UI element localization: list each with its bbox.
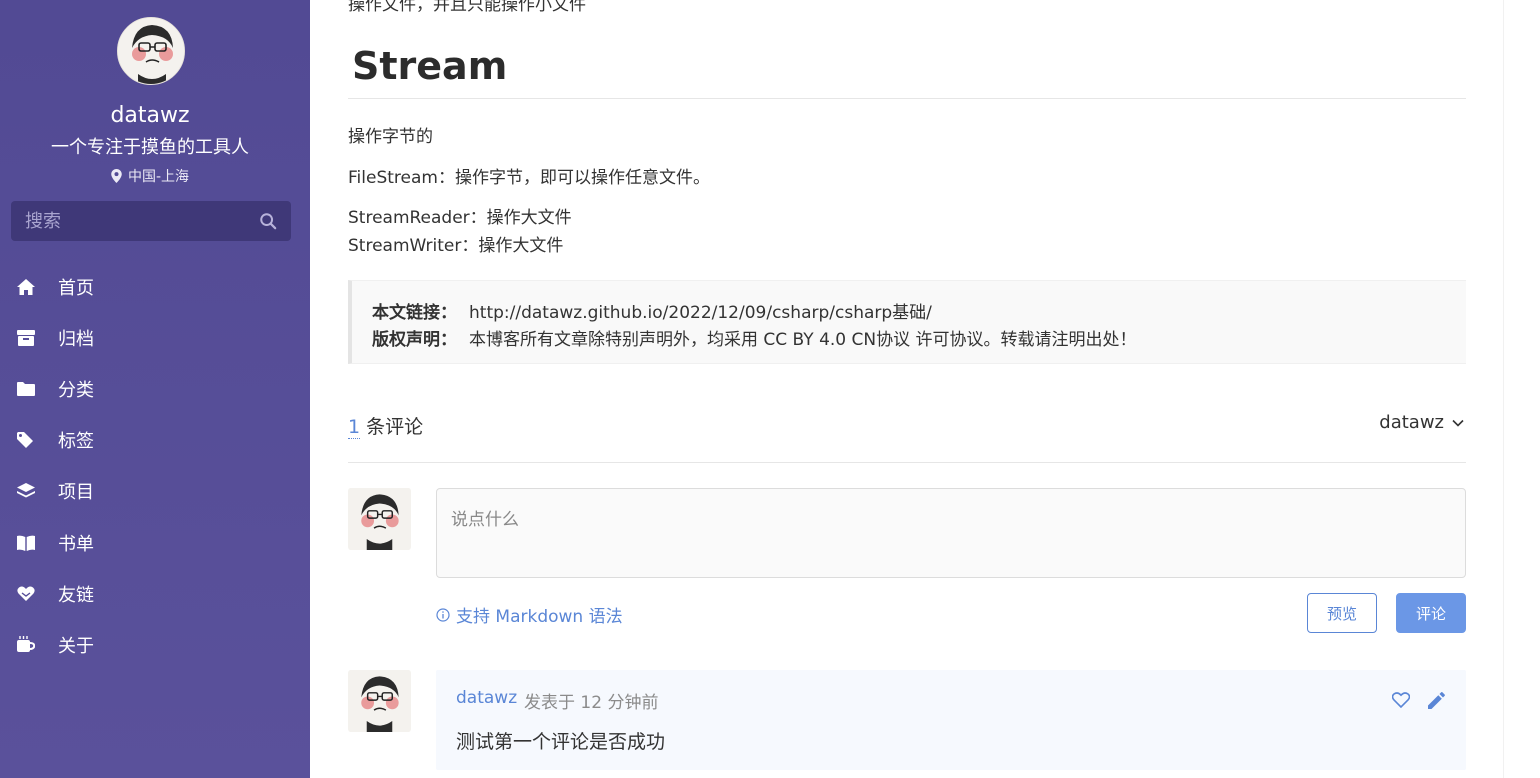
comment-input[interactable] bbox=[436, 488, 1466, 578]
license-label: 版权声明： bbox=[372, 330, 457, 350]
sidebar-item-label: 友链 bbox=[58, 584, 94, 606]
user-name: datawz bbox=[1379, 412, 1444, 433]
archive-icon bbox=[16, 328, 36, 348]
info-icon bbox=[436, 607, 450, 622]
sidebar-item-label: 项目 bbox=[58, 482, 94, 504]
comment-count-number: 1 bbox=[348, 416, 361, 439]
avatar[interactable] bbox=[117, 17, 185, 85]
folder-icon bbox=[16, 379, 36, 399]
sidebar-item-projects[interactable]: 项目 bbox=[0, 466, 310, 517]
home-icon bbox=[16, 277, 36, 297]
comment-text: 测试第一个评论是否成功 bbox=[456, 731, 666, 753]
sidebar-item-label: 书单 bbox=[58, 533, 94, 555]
markdown-help-link[interactable]: 支持 Markdown 语法 bbox=[436, 602, 623, 627]
comment-count: 1 条评论 bbox=[348, 412, 423, 439]
site-subtitle: 一个专注于摸鱼的工具人 bbox=[51, 137, 249, 158]
sidebar-item-links[interactable]: 友链 bbox=[0, 568, 310, 619]
sidebar-item-label: 分类 bbox=[58, 379, 94, 401]
sidebar-item-archive[interactable]: 归档 bbox=[0, 312, 310, 363]
license-row: 版权声明： 本博客所有文章除特别声明外，均采用 CC BY 4.0 CN协议 许可… bbox=[372, 325, 1137, 350]
sidebar-item-label: 关于 bbox=[58, 635, 94, 657]
edit-icon[interactable] bbox=[1428, 692, 1445, 709]
article-paragraph: 操作字节的 bbox=[348, 127, 433, 147]
location-text: 中国-上海 bbox=[127, 169, 190, 185]
avatar-illustration bbox=[348, 488, 411, 550]
submit-comment-button[interactable]: 评论 bbox=[1396, 593, 1466, 633]
sidebar-item-label: 标签 bbox=[58, 431, 94, 453]
site-location: 中国-上海 bbox=[0, 166, 300, 186]
comment-author-avatar bbox=[348, 670, 411, 732]
heart-hands-icon bbox=[16, 584, 36, 604]
article-paragraph: StreamReader：操作大文件 bbox=[348, 208, 572, 228]
comment-item: datawz 发表于 12 分钟前 测试第一个评论是否成功 bbox=[436, 670, 1466, 770]
comment-timestamp: 发表于 12 分钟前 bbox=[524, 693, 659, 713]
like-icon[interactable] bbox=[1392, 692, 1410, 708]
copyright-box: 本文链接： http://datawz.github.io/2022/12/09/… bbox=[348, 280, 1466, 364]
sidebar-item-books[interactable]: 书单 bbox=[0, 517, 310, 568]
post-link[interactable]: http://datawz.github.io/2022/12/09/cshar… bbox=[469, 303, 932, 323]
chevron-down-icon bbox=[1452, 419, 1464, 427]
comment-editor-avatar bbox=[348, 488, 411, 550]
section-heading: Stream bbox=[352, 44, 508, 88]
sidebar-item-home[interactable]: 首页 bbox=[0, 261, 310, 312]
site-name: datawz bbox=[110, 103, 190, 128]
main-content: 操作文件，并且只能操作小文件 Stream 操作字节的 FileStream：操… bbox=[310, 0, 1503, 778]
tags-icon bbox=[16, 430, 36, 450]
article-paragraph: StreamWriter：操作大文件 bbox=[348, 236, 564, 256]
post-link-row: 本文链接： http://datawz.github.io/2022/12/09/… bbox=[372, 298, 932, 323]
sidebar-item-about[interactable]: 关于 bbox=[0, 619, 310, 670]
map-pin-icon bbox=[111, 169, 122, 183]
comment-author[interactable]: datawz bbox=[456, 688, 517, 708]
sidebar-item-categories[interactable]: 分类 bbox=[0, 363, 310, 414]
book-icon bbox=[16, 533, 36, 553]
sidebar-item-label: 首页 bbox=[58, 277, 94, 299]
comment-divider bbox=[348, 462, 1466, 463]
sidebar-item-label: 归档 bbox=[58, 328, 94, 350]
article-paragraph: FileStream：操作字节，即可以操作任意文件。 bbox=[348, 168, 710, 188]
sidebar-nav: 首页 归档 分类 标签 项目 书单 友链 关于 bbox=[0, 261, 310, 671]
layers-icon bbox=[16, 481, 36, 501]
avatar-illustration bbox=[348, 670, 411, 732]
heading-divider bbox=[348, 98, 1466, 99]
post-link-label: 本文链接： bbox=[372, 303, 457, 323]
search-input[interactable] bbox=[25, 210, 259, 232]
right-gutter bbox=[1503, 0, 1540, 778]
preview-button[interactable]: 预览 bbox=[1307, 593, 1377, 633]
avatar-illustration bbox=[118, 18, 184, 84]
license-text: 本博客所有文章除特别声明外，均采用 CC BY 4.0 CN协议 许可协议。转载… bbox=[469, 330, 1137, 350]
search-icon[interactable] bbox=[259, 212, 277, 230]
search-box bbox=[11, 201, 291, 241]
sidebar: datawz 一个专注于摸鱼的工具人 中国-上海 首页 归档 分类 标签 项目 bbox=[0, 0, 310, 778]
comment-count-label: 条评论 bbox=[366, 416, 424, 438]
article-text-cut: 操作文件，并且只能操作小文件 bbox=[348, 0, 586, 15]
coffee-icon bbox=[16, 635, 36, 655]
markdown-help-label: 支持 Markdown 语法 bbox=[456, 607, 623, 627]
user-dropdown[interactable]: datawz bbox=[1379, 412, 1464, 433]
sidebar-item-tags[interactable]: 标签 bbox=[0, 415, 310, 466]
